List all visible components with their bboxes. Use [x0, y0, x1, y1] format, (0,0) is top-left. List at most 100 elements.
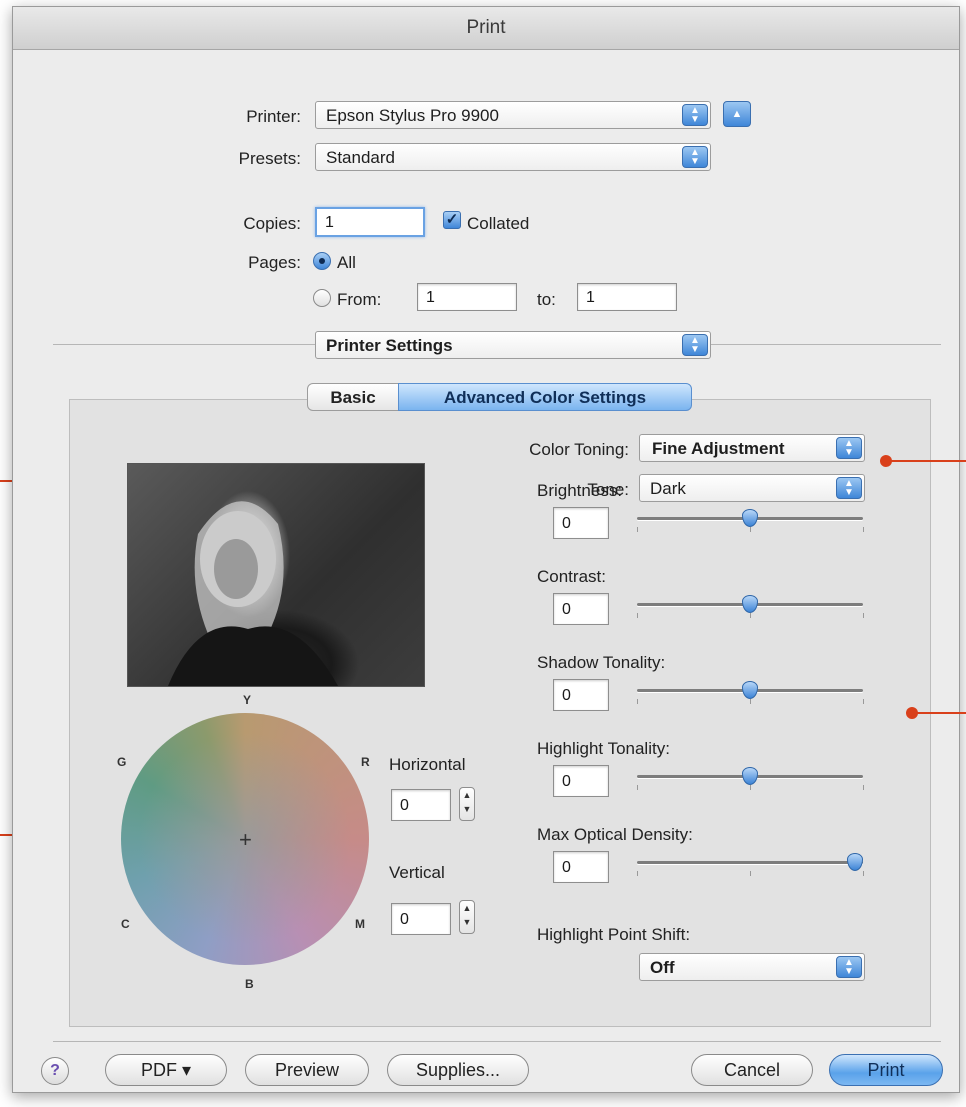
portrait-silhouette-icon — [168, 501, 338, 686]
disclosure-button[interactable]: ▲ — [723, 101, 751, 127]
color-toning-popup[interactable]: Fine Adjustment ▲ ▼ — [639, 434, 865, 462]
preview-image — [127, 463, 425, 687]
pdf-button[interactable]: PDF ▾ — [105, 1054, 227, 1086]
slider-label: Shadow Tonality: — [537, 653, 666, 672]
color-wheel[interactable]: + — [121, 713, 369, 965]
tab-basic[interactable]: Basic — [307, 383, 399, 411]
stepper-up-icon: ▲ — [462, 790, 472, 800]
cancel-button[interactable]: Cancel — [691, 1054, 813, 1086]
supplies-button[interactable]: Supplies... — [387, 1054, 529, 1086]
slider-tick — [750, 613, 751, 618]
callout-dot-sliders — [906, 707, 918, 719]
slider-value-field[interactable]: 0 — [553, 679, 609, 711]
pages-to-field[interactable]: 1 — [577, 283, 677, 311]
popup-arrows-icon: ▲ ▼ — [836, 956, 862, 978]
pages-all-radio[interactable] — [313, 252, 331, 270]
pages-from-label: From: — [337, 290, 382, 309]
collated-checkbox[interactable]: ✓ — [443, 211, 461, 229]
slider-tick — [750, 527, 751, 532]
window-title: Print — [13, 7, 959, 50]
slider-label: Contrast: — [537, 567, 606, 586]
slider-tick — [863, 785, 864, 790]
pages-from-radio[interactable] — [313, 289, 331, 307]
copies-field[interactable]: 1 — [315, 207, 425, 237]
slider-label: Highlight Tonality: — [537, 739, 670, 758]
printer-value: Epson Stylus Pro 9900 — [326, 106, 499, 125]
printer-label: Printer: — [246, 107, 301, 126]
vertical-label: Vertical — [389, 863, 445, 882]
highlight-point-shift-value: Off — [650, 958, 675, 977]
stepper-up-icon: ▲ — [462, 903, 472, 913]
help-button[interactable]: ? — [41, 1057, 69, 1085]
slider-tick — [750, 871, 751, 876]
wheel-label-r: R — [361, 755, 370, 769]
wheel-label-g: G — [117, 755, 127, 769]
color-toning-value: Fine Adjustment — [652, 439, 785, 458]
print-dialog: Print Printer: Epson Stylus Pro 9900 ▲ ▼ … — [12, 6, 960, 1093]
stepper-down-icon: ▼ — [462, 804, 472, 814]
callout-line-toning — [890, 460, 966, 462]
popup-arrows-icon: ▲ ▼ — [682, 334, 708, 356]
radio-dot-icon — [319, 258, 325, 264]
slider-label: Max Optical Density: — [537, 825, 693, 844]
presets-value: Standard — [326, 148, 395, 167]
presets-label: Presets: — [238, 149, 301, 168]
tab-advanced-color-settings[interactable]: Advanced Color Settings — [398, 383, 692, 411]
slider-tick — [637, 613, 638, 618]
section-popup[interactable]: Printer Settings ▲ ▼ — [315, 331, 711, 359]
wheel-label-y: Y — [243, 693, 252, 707]
presets-popup[interactable]: Standard ▲ ▼ — [315, 143, 711, 171]
slider-tick — [637, 527, 638, 532]
color-toning-label: Color Toning: — [529, 440, 629, 459]
tone-popup[interactable]: Dark ▲ ▼ — [639, 474, 865, 502]
slider-track[interactable] — [637, 861, 863, 864]
wheel-label-c: C — [121, 917, 130, 931]
slider-tick — [750, 699, 751, 704]
wheel-label-b: B — [245, 977, 254, 991]
section-separator-right — [711, 344, 941, 345]
slider-value-field[interactable]: 0 — [553, 507, 609, 539]
slider-value-field[interactable]: 0 — [553, 593, 609, 625]
slider-tick — [750, 785, 751, 790]
slider-value-field[interactable]: 0 — [553, 851, 609, 883]
slider-tick — [637, 871, 638, 876]
callout-line-sliders — [916, 712, 966, 714]
slider-tick — [863, 613, 864, 618]
popup-arrows-icon: ▲ ▼ — [836, 437, 862, 459]
pages-from-field[interactable]: 1 — [417, 283, 517, 311]
wheel-label-m: M — [355, 917, 365, 931]
popup-arrows-icon: ▲ ▼ — [682, 104, 708, 126]
vertical-field[interactable]: 0 — [391, 903, 451, 935]
slider-tick — [863, 871, 864, 876]
pages-all-label: All — [337, 253, 356, 272]
slider-tick — [863, 699, 864, 704]
slider-tick — [637, 699, 638, 704]
horizontal-field[interactable]: 0 — [391, 789, 451, 821]
highlight-point-shift-label: Highlight Point Shift: — [537, 925, 691, 944]
highlight-point-shift-popup[interactable]: Off ▲ ▼ — [639, 953, 865, 981]
callout-dot-toning — [880, 455, 892, 467]
copies-label: Copies: — [243, 214, 301, 233]
slider-tick — [637, 785, 638, 790]
tone-value: Dark — [650, 479, 686, 498]
print-button[interactable]: Print — [829, 1054, 943, 1086]
popup-arrows-icon: ▲ ▼ — [682, 146, 708, 168]
pages-to-label: to: — [537, 290, 556, 309]
section-separator-left — [53, 344, 315, 345]
crosshair-icon: + — [239, 827, 252, 852]
bottom-separator — [53, 1041, 941, 1042]
pages-label: Pages: — [248, 253, 301, 272]
horizontal-stepper[interactable]: ▲ ▼ — [459, 787, 475, 821]
popup-arrows-icon: ▲ ▼ — [836, 477, 862, 499]
horizontal-label: Horizontal — [389, 755, 466, 774]
stepper-down-icon: ▼ — [462, 917, 472, 927]
slider-tick — [863, 527, 864, 532]
preview-button[interactable]: Preview — [245, 1054, 369, 1086]
printer-popup[interactable]: Epson Stylus Pro 9900 ▲ ▼ — [315, 101, 711, 129]
slider-value-field[interactable]: 0 — [553, 765, 609, 797]
slider-label: Brightness: — [537, 481, 623, 500]
collated-label: Collated — [467, 214, 530, 233]
vertical-stepper[interactable]: ▲ ▼ — [459, 900, 475, 934]
triangle-up-icon: ▲ — [731, 108, 743, 120]
section-popup-value: Printer Settings — [326, 336, 453, 355]
